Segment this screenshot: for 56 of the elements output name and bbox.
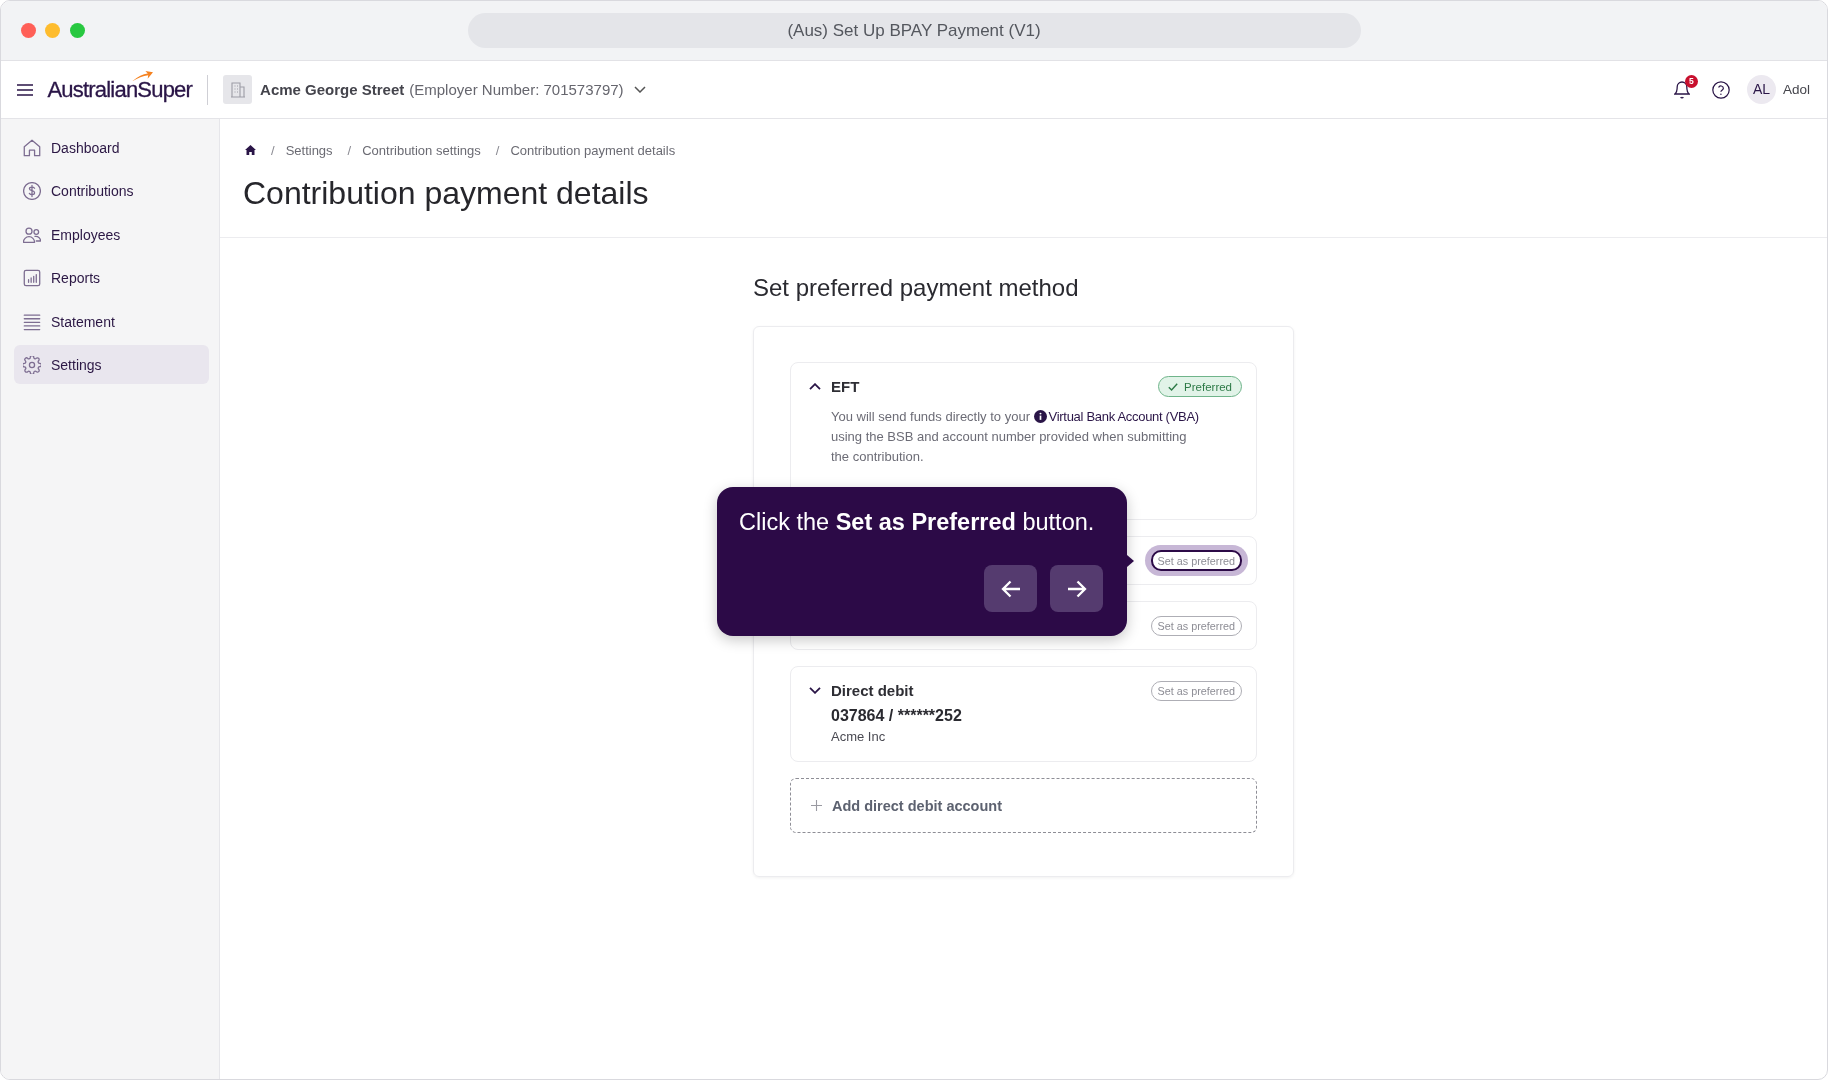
next-button[interactable]: [1050, 565, 1103, 612]
home-icon[interactable]: [245, 145, 256, 155]
employer-number: (Employer Number: 701573797): [409, 81, 624, 98]
help-icon[interactable]: [1711, 80, 1730, 99]
info-icon[interactable]: [1033, 410, 1047, 423]
building-icon: [223, 75, 253, 104]
tooltip-text: Click the Set as Preferred button.: [739, 508, 1096, 537]
account-name: Acme Inc: [831, 728, 887, 746]
breadcrumb-separator: /: [271, 142, 275, 158]
check-icon: [1168, 382, 1179, 391]
previous-button[interactable]: [984, 565, 1037, 612]
sidebar-item[interactable]: Reports: [14, 258, 209, 298]
brand-logo[interactable]: AustralianSuper: [47, 76, 193, 103]
bar-chart-icon: [23, 269, 41, 288]
vba-link[interactable]: Virtual Bank Account (VBA): [1048, 409, 1199, 424]
breadcrumb-separator: /: [495, 142, 500, 158]
add-account-button[interactable]: Add direct debit account: [790, 778, 1257, 833]
breadcrumb-link[interactable]: Settings: [285, 142, 333, 158]
method-description: You will send funds directly to your Virtual Bank Account (VBA) using the BSB and account number provided when submitting the contribution.: [831, 408, 1200, 466]
sidebar-item[interactable]: Settings: [14, 345, 209, 385]
window-title: (Aus) Set Up BPAY Payment (V1): [467, 13, 1361, 48]
set-preferred-button[interactable]: Set as preferred: [1150, 615, 1242, 636]
user-avatar[interactable]: AL: [1746, 75, 1776, 104]
page-title: Contribution payment details: [243, 174, 650, 212]
chevron-down-icon[interactable]: [633, 85, 646, 94]
sidebar-item[interactable]: Employees: [14, 215, 209, 255]
account-number: 037864 / ******252: [831, 706, 963, 726]
home-icon: [23, 139, 41, 157]
preferred-label: Preferred: [1184, 380, 1232, 393]
method-title: EFT: [831, 378, 860, 395]
user-name[interactable]: Adol: [1782, 82, 1810, 97]
sidebar-item[interactable]: Dashboard: [14, 128, 209, 168]
set-preferred-button[interactable]: Set as preferred: [1150, 680, 1242, 701]
chevron-down-icon[interactable]: [809, 687, 821, 694]
sidebar-item[interactable]: Statement: [14, 302, 209, 342]
arrow-left-icon: [1000, 579, 1021, 598]
breadcrumb-link[interactable]: Contribution settings: [362, 142, 481, 158]
menu-icon[interactable]: [16, 83, 33, 96]
swoosh-icon: [131, 70, 153, 81]
people-icon: [23, 225, 41, 244]
section-title: Set preferred payment method: [753, 273, 1080, 303]
plus-icon: [811, 800, 822, 811]
method-title: Direct debit: [831, 682, 914, 699]
notification-count: 5: [1684, 74, 1698, 88]
chevron-up-icon[interactable]: [809, 383, 821, 390]
dollar-icon: [23, 182, 41, 201]
settings-icon: [23, 355, 41, 374]
notification-bell-icon[interactable]: [1673, 80, 1690, 99]
arrow-right-icon: [1066, 579, 1087, 598]
current-page-label: Contribution payment details: [510, 142, 676, 158]
employer-name: Acme George Street: [260, 81, 405, 98]
breadcrumb-separator: /: [347, 142, 352, 158]
list-icon: [23, 312, 41, 331]
window-close-icon[interactable]: [20, 23, 36, 38]
sidebar-item[interactable]: Contributions: [14, 171, 209, 211]
set-preferred-button[interactable]: Set as preferred: [1150, 550, 1242, 571]
